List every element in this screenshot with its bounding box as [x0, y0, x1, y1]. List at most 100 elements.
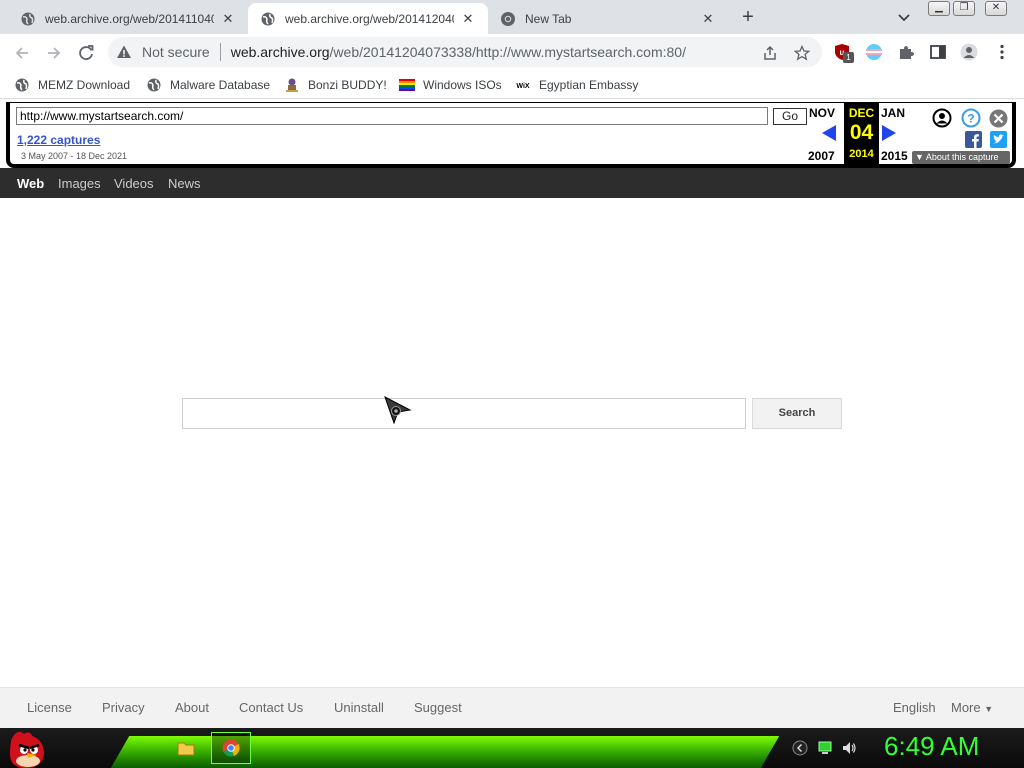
puzzle-icon[interactable]: [897, 43, 915, 61]
star-icon[interactable]: [794, 45, 810, 61]
bookmark-label: Egyptian Embassy: [539, 78, 639, 92]
close-tab-icon[interactable]: ✕: [700, 11, 716, 27]
bonzi-icon: [286, 78, 298, 92]
bookmark-label: Bonzi BUDDY!: [308, 78, 387, 92]
bookmark-memz[interactable]: MEMZ Download: [14, 76, 130, 94]
more-menu[interactable]: More ▼: [951, 700, 993, 715]
taskbar: 6:49 AM: [0, 728, 1024, 768]
bookmark-malware-database[interactable]: Malware Database: [146, 76, 270, 94]
back-icon[interactable]: [11, 42, 33, 64]
footer-contact-link[interactable]: Contact Us: [239, 700, 303, 715]
bookmarks-bar: MEMZ Download Malware Database Bonzi BUD…: [0, 71, 1024, 99]
wix-icon: WiX: [516, 83, 529, 90]
twitter-icon[interactable]: [990, 131, 1007, 148]
wayback-go-button[interactable]: Go: [773, 108, 807, 125]
chevron-down-icon[interactable]: [896, 9, 912, 25]
globe-icon: [21, 12, 35, 25]
close-tab-icon[interactable]: ✕: [460, 11, 476, 27]
bookmark-windows-isos[interactable]: Windows ISOs: [399, 76, 502, 94]
footer-suggest-link[interactable]: Suggest: [414, 700, 462, 715]
url-path: /web/20141204073338/http://www.mystartse…: [329, 44, 686, 60]
help-icon[interactable]: ?: [961, 108, 981, 128]
file-explorer-taskbar-button[interactable]: [166, 732, 206, 764]
next-month[interactable]: JAN: [881, 106, 905, 120]
current-year: 2014: [849, 148, 874, 160]
taskbar-clock[interactable]: 6:49 AM: [884, 731, 979, 762]
screen: web.archive.org/web/201411040 ✕ web.arch…: [0, 0, 1024, 768]
browser-toolbar: Not secure web.archive.org/web/201412040…: [0, 34, 1024, 71]
share-icon[interactable]: [762, 45, 778, 61]
about-capture-label: About this capture: [925, 152, 999, 162]
profile-icon[interactable]: [960, 43, 978, 61]
pride-extension-icon[interactable]: [865, 43, 883, 61]
user-icon[interactable]: [932, 108, 952, 128]
address-bar[interactable]: Not secure web.archive.org/web/201412040…: [108, 37, 822, 67]
forward-icon[interactable]: [43, 42, 65, 64]
network-icon[interactable]: [817, 740, 833, 756]
show-hidden-icons-icon[interactable]: [792, 740, 808, 756]
tab-1[interactable]: web.archive.org/web/201411040 ✕: [8, 3, 248, 34]
bookmark-label: Malware Database: [170, 78, 271, 92]
tab-strip: web.archive.org/web/201411040 ✕ web.arch…: [0, 0, 1024, 34]
language-link[interactable]: English: [893, 700, 936, 715]
tab-title: web.archive.org/web/201412040: [285, 11, 454, 26]
restore-icon[interactable]: ❐: [953, 1, 975, 16]
globe-icon: [261, 12, 275, 25]
divider: [219, 43, 221, 61]
minimize-icon[interactable]: ▁: [928, 1, 950, 16]
site-footer: License Privacy About Contact Us Uninsta…: [0, 687, 1024, 728]
rainbow-flag-icon: [399, 79, 415, 91]
prev-month[interactable]: NOV: [809, 106, 835, 120]
tab-title: New Tab: [525, 11, 572, 26]
more-label: More: [951, 700, 981, 715]
tab-title: web.archive.org/web/201411040: [45, 11, 214, 26]
svg-text:?: ?: [967, 112, 974, 126]
footer-license-link[interactable]: License: [27, 700, 72, 715]
footer-about-link[interactable]: About: [175, 700, 209, 715]
url-text[interactable]: web.archive.org/web/20141204073338/http:…: [231, 44, 686, 60]
site-nav-bar: Web Images Videos News: [0, 168, 1024, 198]
new-tab-icon[interactable]: +: [737, 7, 759, 29]
bookmark-label: Windows ISOs: [423, 78, 502, 92]
captures-link[interactable]: 1,222 captures: [17, 133, 100, 147]
caret-down-icon: ▼: [984, 704, 994, 714]
prev-capture-arrow-icon[interactable]: [822, 125, 836, 141]
mouse-cursor-icon: [384, 396, 412, 424]
reload-icon[interactable]: [75, 42, 97, 64]
security-label[interactable]: Not secure: [142, 44, 210, 60]
tab-3[interactable]: New Tab ✕: [488, 3, 728, 34]
facebook-icon[interactable]: [965, 131, 982, 148]
next-year[interactable]: 2015: [881, 149, 908, 163]
close-tab-icon[interactable]: ✕: [220, 11, 236, 27]
warning-icon[interactable]: [116, 44, 132, 60]
search-input[interactable]: [182, 398, 746, 429]
nav-web[interactable]: Web: [17, 176, 44, 191]
close-icon[interactable]: [989, 109, 1008, 128]
url-host: web.archive.org: [230, 44, 330, 60]
side-panel-icon[interactable]: [929, 43, 947, 61]
globe-icon: [15, 78, 29, 92]
wayback-url-input[interactable]: [16, 107, 768, 125]
more-vert-icon[interactable]: [993, 43, 1011, 61]
bookmark-egyptian-embassy[interactable]: WiX Egyptian Embassy: [515, 76, 638, 94]
globe-icon: [147, 78, 161, 92]
search-button[interactable]: Search: [752, 398, 842, 429]
ublock-extension-icon[interactable]: u 1: [834, 43, 854, 63]
wayback-toolbar: Go 1,222 captures 3 May 2007 - 18 Dec 20…: [6, 102, 1016, 168]
about-capture-button[interactable]: ▼ About this capture: [912, 151, 1010, 164]
tab-2[interactable]: web.archive.org/web/201412040 ✕: [248, 3, 488, 34]
next-capture-arrow-icon[interactable]: [882, 125, 896, 141]
prev-year[interactable]: 2007: [808, 149, 835, 163]
close-window-icon[interactable]: ✕: [985, 1, 1007, 16]
nav-videos[interactable]: Videos: [114, 176, 154, 191]
angry-bird-start-icon[interactable]: [4, 728, 50, 768]
volume-icon[interactable]: [841, 740, 857, 756]
bookmark-bonzi-buddy[interactable]: Bonzi BUDDY!: [284, 76, 387, 94]
current-capture-date: DEC 04 2014: [844, 102, 879, 166]
folder-icon: [177, 742, 195, 756]
chrome-taskbar-button[interactable]: [211, 732, 251, 764]
footer-uninstall-link[interactable]: Uninstall: [334, 700, 384, 715]
nav-images[interactable]: Images: [58, 176, 101, 191]
footer-privacy-link[interactable]: Privacy: [102, 700, 145, 715]
nav-news[interactable]: News: [168, 176, 201, 191]
